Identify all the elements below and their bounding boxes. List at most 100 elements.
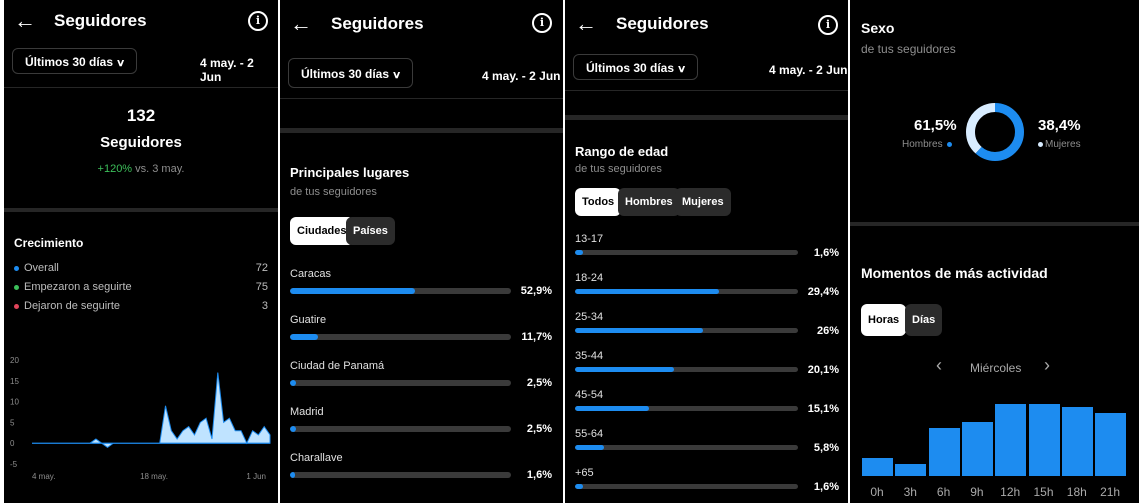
age-bar-fill bbox=[575, 289, 720, 294]
info-icon[interactable]: i bbox=[532, 13, 552, 33]
tab-all[interactable]: Todos bbox=[575, 188, 622, 216]
activity-bar bbox=[961, 422, 993, 476]
change-suffix: vs. 3 may. bbox=[132, 163, 185, 175]
age-bar-fill bbox=[575, 250, 583, 255]
age-percentage: 1,6% bbox=[813, 481, 839, 493]
age-label: +65 bbox=[575, 467, 594, 479]
legend-value: 3 bbox=[261, 300, 268, 312]
y-tick-label: 5 bbox=[10, 418, 15, 427]
sex-donut-chart bbox=[966, 103, 1024, 161]
chevron-left-icon[interactable]: ‹ bbox=[936, 355, 942, 376]
legend-dot bbox=[14, 303, 19, 309]
location-percentage: 11,7% bbox=[521, 331, 552, 343]
age-label: 13-17 bbox=[575, 233, 604, 245]
tab-cities[interactable]: Ciudades bbox=[290, 217, 354, 245]
hour-label: 9h bbox=[970, 485, 984, 499]
tab-hours[interactable]: Horas bbox=[861, 304, 907, 336]
age-bar-fill bbox=[575, 328, 703, 333]
age-bar-track bbox=[575, 367, 798, 372]
men-percentage: 61,5% bbox=[914, 117, 957, 134]
x-tick-label: 1 Jun bbox=[246, 472, 266, 481]
back-arrow-icon[interactable]: ← bbox=[575, 13, 597, 35]
hour-label: 0h bbox=[870, 485, 884, 499]
change-value: +120% bbox=[97, 163, 133, 175]
section-subtitle: de tus seguidores bbox=[575, 163, 662, 175]
growth-area-chart: 20 15 10 5 0 -5 4 may. 18 may. 1 Jun bbox=[10, 356, 271, 481]
section-divider bbox=[565, 115, 848, 120]
age-bar-fill bbox=[575, 445, 604, 450]
chevron-down-icon: ∨ bbox=[391, 70, 402, 81]
women-legend: Mujeres bbox=[1038, 139, 1081, 150]
date-range-text: 4 may. - 2 Jun bbox=[200, 56, 254, 84]
age-label: 25-34 bbox=[575, 311, 604, 323]
location-bar-track bbox=[290, 288, 511, 294]
day-selector: Miércoles bbox=[970, 361, 1022, 375]
age-bar-fill bbox=[575, 406, 650, 411]
location-percentage: 1,6% bbox=[526, 469, 552, 481]
age-bar-fill bbox=[575, 484, 583, 489]
location-label: Charallave bbox=[290, 452, 343, 464]
section-divider bbox=[280, 128, 563, 133]
tab-countries[interactable]: Países bbox=[346, 217, 395, 245]
age-percentage: 26% bbox=[816, 325, 839, 337]
chevron-right-icon[interactable]: › bbox=[1044, 355, 1050, 376]
location-label: Caracas bbox=[290, 268, 331, 280]
location-label: Madrid bbox=[290, 406, 324, 418]
age-bar-fill bbox=[575, 367, 674, 372]
gender-activity-panel: Sexo de tus seguidores 61,5% Hombres 38,… bbox=[850, 0, 1139, 503]
section-divider bbox=[4, 208, 278, 212]
hour-label: 18h bbox=[1066, 485, 1087, 499]
age-bar-track bbox=[575, 289, 798, 294]
section-divider bbox=[850, 222, 1139, 226]
legend-dot bbox=[14, 284, 19, 290]
tab-men[interactable]: Hombres bbox=[618, 188, 680, 216]
date-range-label: Últimos 30 días bbox=[301, 67, 390, 81]
date-range-label: Últimos 30 días bbox=[25, 55, 114, 69]
back-arrow-icon[interactable]: ← bbox=[14, 10, 36, 32]
date-range-dropdown[interactable]: Últimos 30 días ∨ bbox=[288, 58, 414, 88]
age-label: 45-54 bbox=[575, 389, 604, 401]
followers-count: 132 bbox=[126, 106, 156, 125]
followers-label: Seguidores bbox=[100, 134, 182, 151]
page-title: Seguidores bbox=[54, 11, 147, 30]
location-percentage: 52,9% bbox=[520, 285, 552, 297]
legend-label: Overall bbox=[24, 262, 59, 274]
top-locations-panel: ← Seguidores i Últimos 30 días ∨ 4 may. -… bbox=[280, 0, 563, 503]
tab-women[interactable]: Mujeres bbox=[675, 188, 731, 216]
activity-bar bbox=[862, 458, 893, 476]
info-icon[interactable]: i bbox=[248, 11, 268, 31]
back-arrow-icon[interactable]: ← bbox=[290, 13, 312, 35]
hour-label: 12h bbox=[1000, 485, 1021, 499]
location-bar-track bbox=[290, 334, 511, 340]
hour-label: 21h bbox=[1100, 485, 1121, 499]
legend-item: Overall bbox=[14, 262, 59, 274]
legend-dot bbox=[14, 265, 19, 271]
location-percentage: 2,5% bbox=[526, 423, 552, 435]
info-icon[interactable]: i bbox=[818, 15, 838, 35]
date-range-dropdown[interactable]: Últimos 30 días ∨ bbox=[573, 54, 699, 80]
growth-area bbox=[32, 372, 271, 449]
age-label: 18-24 bbox=[575, 272, 604, 284]
section-title: Principales lugares bbox=[290, 165, 410, 180]
activity-title: Momentos de más actividad bbox=[861, 265, 1048, 281]
tab-days[interactable]: Días bbox=[905, 304, 943, 336]
hour-label: 6h bbox=[936, 485, 951, 499]
y-tick-label: 20 bbox=[10, 356, 19, 365]
activity-bar bbox=[895, 464, 927, 476]
divider bbox=[565, 90, 848, 91]
section-title: Rango de edad bbox=[575, 144, 669, 159]
date-range-dropdown[interactable]: Últimos 30 días ∨ bbox=[12, 48, 138, 74]
age-bar-track bbox=[575, 484, 798, 489]
location-bar-track bbox=[290, 472, 511, 478]
age-label: 55-64 bbox=[575, 428, 604, 440]
date-range-text: 4 may. - 2 Jun bbox=[482, 69, 561, 83]
y-tick-label: 0 bbox=[10, 439, 15, 448]
date-range-label: Últimos 30 días bbox=[586, 61, 675, 75]
women-label: Mujeres bbox=[1045, 139, 1081, 150]
activity-bar bbox=[928, 428, 960, 476]
age-percentage: 15,1% bbox=[807, 403, 839, 415]
location-bar-fill bbox=[290, 288, 416, 294]
age-range-panel: ← Seguidores i Últimos 30 días ∨ 4 may. -… bbox=[565, 0, 848, 503]
location-bar-track bbox=[290, 426, 511, 432]
legend-item: Dejaron de seguirte bbox=[14, 300, 120, 312]
